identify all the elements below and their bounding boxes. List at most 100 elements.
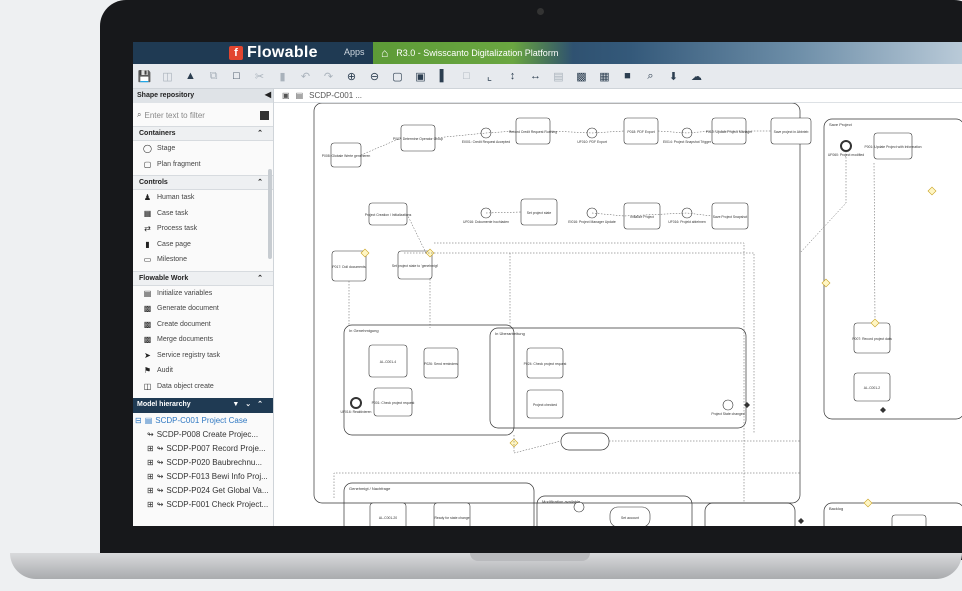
undo-icon[interactable]: ↶ xyxy=(294,66,317,86)
connector[interactable] xyxy=(513,435,562,454)
shape-service-registry-task[interactable]: ➤ Service registry task xyxy=(133,348,273,364)
shape-create-document[interactable]: ▩ Create document xyxy=(133,317,273,333)
apps-menu[interactable]: Apps xyxy=(344,47,365,57)
expand-icon[interactable]: ⊞ xyxy=(147,500,154,509)
exit-diamond[interactable] xyxy=(798,518,804,524)
connector[interactable] xyxy=(434,242,745,503)
task-box[interactable] xyxy=(369,502,407,526)
sentry-diamond[interactable] xyxy=(863,498,873,508)
shape-case-task[interactable]: ▦ Case task xyxy=(133,206,273,222)
bold-icon[interactable]: ▩ xyxy=(570,66,593,86)
shape-audit[interactable]: ⚑ Audit xyxy=(133,363,273,379)
flowable-logo[interactable]: f Flowable xyxy=(229,44,318,61)
hierarchy-item[interactable]: ⊞ ↬ SCDP-P024 Get Global Va... xyxy=(133,483,273,497)
save-icon[interactable]: 💾 xyxy=(133,66,156,86)
sentry-diamond[interactable] xyxy=(821,278,831,288)
publish-icon[interactable]: ■ xyxy=(616,66,639,86)
hierarchy-item[interactable]: ⊞ ↬ SCDP-F013 Bewi Info Proj... xyxy=(133,469,273,483)
connector[interactable] xyxy=(406,213,427,254)
section-controls[interactable]: Controls ⌃ xyxy=(133,175,273,190)
task-label: Initialize Project xyxy=(630,215,654,219)
event-listener[interactable] xyxy=(681,207,693,219)
copy-icon[interactable]: ⧉ xyxy=(202,66,225,86)
hierarchy-item[interactable]: ⊞ ↬ SCDP-F001 Check Project... xyxy=(133,497,273,511)
align-left-icon[interactable]: ▌ xyxy=(432,66,455,86)
event-listener[interactable] xyxy=(722,399,734,411)
hierarchy-item[interactable]: ⊞ ↬ SCDP-P007 Record Proje... xyxy=(133,441,273,455)
expand-icon[interactable]: ⊞ xyxy=(147,444,154,453)
fit-icon[interactable]: ▢ xyxy=(386,66,409,86)
sentry-diamond[interactable] xyxy=(927,186,937,196)
collapse-sidebar-icon[interactable]: ◀ xyxy=(265,90,271,99)
connector[interactable] xyxy=(434,130,517,139)
stage-save-project[interactable] xyxy=(823,118,962,420)
upload-icon[interactable]: ☁ xyxy=(685,66,708,86)
hierarchy-controls[interactable]: ▼⌄⌃ xyxy=(232,400,269,408)
hierarchy-root[interactable]: ⊟ ▤ SCDP-C001 Project Case xyxy=(133,413,273,427)
chevron-up-icon[interactable]: ⌃ xyxy=(257,129,263,137)
save-as-icon[interactable]: ◫ xyxy=(156,66,179,86)
zoom-actual-icon[interactable]: ⌕ xyxy=(639,66,662,86)
align-middle-icon[interactable]: ⌞ xyxy=(478,66,501,86)
task-box[interactable] xyxy=(433,502,471,526)
expand-icon[interactable]: ⊞ xyxy=(147,472,154,481)
shape-human-task[interactable]: ♟ Human task xyxy=(133,190,273,206)
exit-diamond[interactable] xyxy=(744,402,750,408)
chevron-up-icon[interactable]: ⌃ xyxy=(257,274,263,282)
shape-milestone[interactable]: ▭ Milestone xyxy=(133,252,273,268)
expand-icon[interactable]: ⊞ xyxy=(147,486,154,495)
connector[interactable] xyxy=(404,252,755,433)
zoom-out-icon[interactable]: ⊖ xyxy=(363,66,386,86)
connector[interactable] xyxy=(799,151,847,254)
event-listener[interactable] xyxy=(350,397,362,409)
paste-icon[interactable]: □ xyxy=(225,66,248,86)
shape-filter[interactable]: ⌕ Enter text to filter xyxy=(137,107,269,123)
image-icon[interactable]: ▦ xyxy=(593,66,616,86)
section-flowable-work[interactable]: Flowable Work ⌃ xyxy=(133,270,273,286)
stage-in-genehmigung[interactable] xyxy=(343,324,515,436)
sidebar-scrollbar[interactable] xyxy=(268,169,272,259)
section-containers[interactable]: Containers ⌃ xyxy=(133,126,273,141)
align-center-icon[interactable]: ↕ xyxy=(501,66,524,86)
shape-initialize-variables[interactable]: ▤ Initialize variables xyxy=(133,286,273,302)
expand-icon[interactable]: ⊞ xyxy=(147,458,154,467)
app-tab[interactable]: ⌂ R3.0 - Swisscanto Digitalization Platf… xyxy=(373,42,573,64)
shape-stage[interactable]: ◯ Stage xyxy=(133,141,273,157)
event-listener[interactable] xyxy=(681,127,693,139)
collapse-icon[interactable]: ⊟ xyxy=(135,416,142,425)
shape-data-object-create[interactable]: ◫ Data object create xyxy=(133,379,273,395)
event-listener[interactable] xyxy=(840,140,852,152)
cut-icon[interactable]: ✂ xyxy=(248,66,271,86)
milestone-project-checked[interactable] xyxy=(560,432,610,451)
redo-icon[interactable]: ↷ xyxy=(317,66,340,86)
zoom-in-icon[interactable]: ⊕ xyxy=(340,66,363,86)
main-plan-model[interactable] xyxy=(313,103,801,504)
task-box[interactable] xyxy=(891,514,927,526)
sentry-diamond[interactable] xyxy=(509,438,519,448)
distribute-icon[interactable]: ↔ xyxy=(524,66,547,86)
home-icon[interactable]: ⌂ xyxy=(381,46,388,60)
grid-view-icon[interactable] xyxy=(260,110,269,120)
collapse-panel-icon[interactable]: ▣ xyxy=(282,91,290,100)
fullscreen-icon[interactable]: ▣ xyxy=(409,66,432,86)
comment-icon[interactable]: ▤ xyxy=(547,66,570,86)
shape-case-page[interactable]: ▮ Case page xyxy=(133,237,273,253)
shape-process-task[interactable]: ⇄ Process task xyxy=(133,221,273,237)
shape-plan-fragment[interactable]: ▢ Plan fragment xyxy=(133,157,273,173)
validate-warning-icon[interactable]: ▲ xyxy=(179,66,202,86)
connector[interactable] xyxy=(873,162,876,320)
chevron-up-icon[interactable]: ⌃ xyxy=(257,178,263,186)
hierarchy-item[interactable]: ⊞ ↬ SCDP-P020 Baubrechnu... xyxy=(133,455,273,469)
diagram-canvas[interactable]: P008: Globale Werte generieren P007: Dete… xyxy=(274,103,962,526)
hierarchy-item[interactable]: ↬ SCDP-P008 Create Projec... xyxy=(133,427,273,441)
download-icon[interactable]: ⬇ xyxy=(662,66,685,86)
canvas-tab[interactable]: SCDP-C001 ... xyxy=(309,91,362,100)
filter-input[interactable]: Enter text to filter xyxy=(144,111,204,120)
align-bottom-icon[interactable]: □ xyxy=(455,66,478,86)
connector[interactable] xyxy=(333,472,800,498)
delete-icon[interactable]: ▮ xyxy=(271,66,294,86)
stage-ausstehend[interactable] xyxy=(704,502,796,526)
exit-diamond[interactable] xyxy=(880,407,886,413)
shape-generate-document[interactable]: ▩ Generate document xyxy=(133,301,273,317)
shape-merge-documents[interactable]: ▩ Merge documents xyxy=(133,332,273,348)
